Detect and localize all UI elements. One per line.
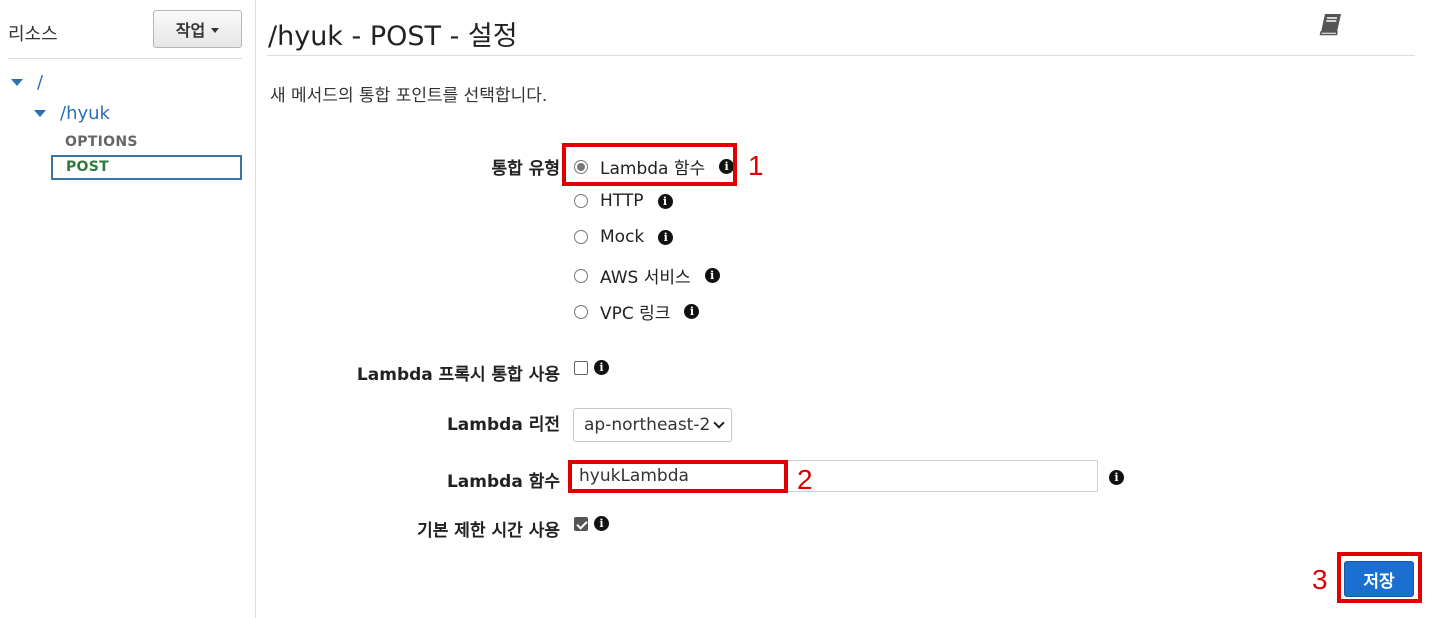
sidebar-title: 리소스	[8, 24, 58, 45]
proxy-checkbox-row: i	[574, 360, 609, 375]
lambda-region-select[interactable]: ap-northeast-2	[573, 408, 732, 442]
info-icon[interactable]: i	[1109, 470, 1124, 485]
tree-node-hyuk[interactable]: /hyuk	[34, 103, 110, 124]
radio-label[interactable]: Mock	[600, 227, 644, 247]
sidebar-divider	[8, 58, 242, 59]
info-icon[interactable]: i	[704, 268, 720, 283]
radio-label[interactable]: HTTP	[600, 191, 644, 211]
radio-button[interactable]	[574, 268, 588, 283]
chevron-down-icon	[713, 417, 725, 429]
tree-node-root[interactable]: /	[11, 72, 43, 93]
integration-type-label: 통합 유형	[491, 159, 560, 179]
region-select-value: ap-northeast-2	[584, 415, 711, 435]
radio-option-mock[interactable]: Mock i	[574, 227, 674, 247]
radio-button[interactable]	[574, 304, 588, 319]
tree-node-label[interactable]: /	[37, 72, 43, 93]
info-icon[interactable]: i	[684, 304, 700, 319]
radio-label[interactable]: VPC 링크	[600, 299, 670, 324]
resource-sidebar: 리소스 작업 / /hyuk OPTIONS POST	[0, 0, 256, 618]
highlight-box-3	[1337, 552, 1422, 603]
proxy-integration-label: Lambda 프록시 통합 사용	[356, 365, 560, 385]
book-icon[interactable]	[1318, 12, 1344, 36]
radio-option-http[interactable]: HTTP i	[574, 191, 673, 211]
radio-option-vpc-link[interactable]: VPC 링크 i	[574, 299, 700, 324]
info-icon[interactable]: i	[594, 360, 609, 375]
radio-label[interactable]: AWS 서비스	[600, 263, 691, 288]
page-title: /hyuk - POST - 설정	[268, 21, 518, 52]
actions-dropdown-button[interactable]: 작업	[153, 10, 242, 48]
proxy-integration-checkbox[interactable]	[574, 360, 588, 375]
tree-node-label[interactable]: /hyuk	[60, 103, 110, 124]
radio-button[interactable]	[574, 194, 588, 208]
info-icon[interactable]: i	[658, 229, 674, 245]
highlight-box-1	[562, 143, 737, 186]
default-timeout-checkbox[interactable]	[574, 516, 588, 531]
method-post[interactable]: POST	[51, 155, 242, 180]
caret-down-icon	[211, 27, 220, 33]
timeout-checkbox-row: i	[574, 516, 609, 531]
annotation-number-2: 2	[797, 464, 813, 495]
header-divider	[267, 55, 1415, 56]
tree-expand-icon[interactable]	[34, 110, 46, 117]
tree-expand-icon[interactable]	[11, 79, 23, 86]
highlight-box-2	[568, 460, 788, 493]
lambda-region-label: Lambda 리전	[446, 415, 560, 435]
actions-button-label: 작업	[175, 21, 206, 40]
radio-button[interactable]	[574, 230, 588, 244]
radio-option-aws-service[interactable]: AWS 서비스 i	[574, 263, 720, 288]
annotation-number-3: 3	[1312, 564, 1328, 595]
lambda-function-label: Lambda 함수	[446, 472, 560, 492]
page-description: 새 메서드의 통합 포인트를 선택합니다.	[270, 86, 548, 106]
info-icon[interactable]: i	[594, 516, 609, 531]
method-options[interactable]: OPTIONS	[65, 134, 138, 150]
default-timeout-label: 기본 제한 시간 사용	[417, 521, 560, 541]
info-icon[interactable]: i	[657, 193, 673, 209]
annotation-number-1: 1	[748, 150, 764, 181]
